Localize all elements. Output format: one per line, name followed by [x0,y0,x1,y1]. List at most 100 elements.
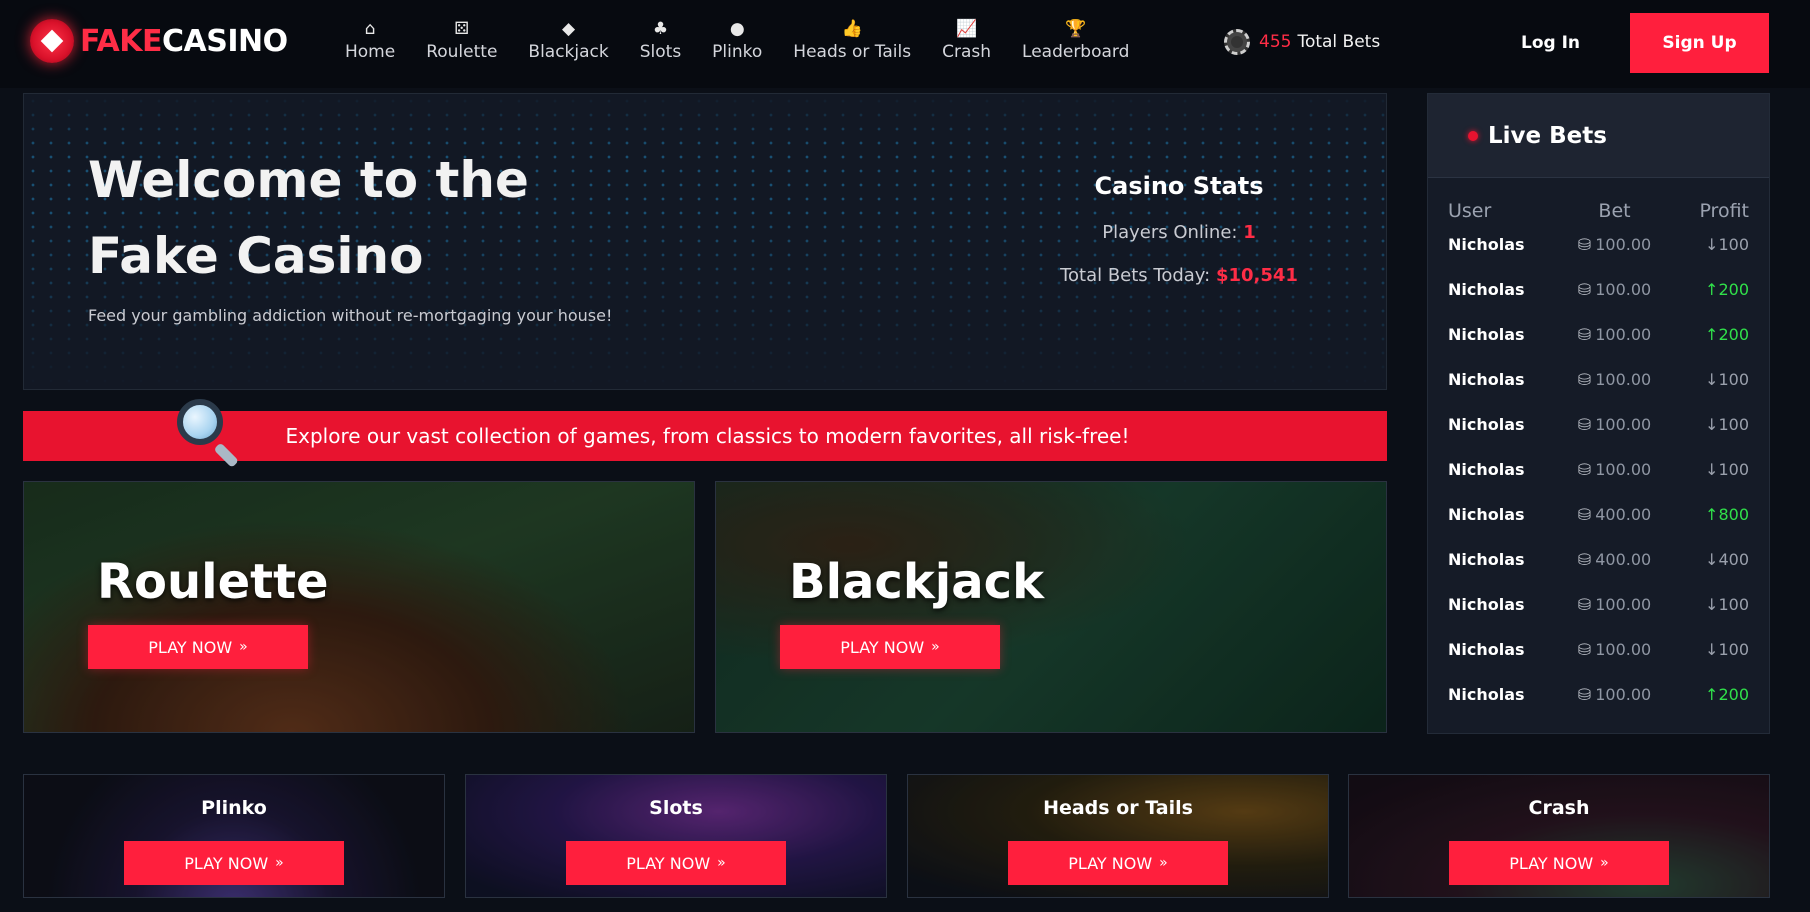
live-bets-header: Live Bets [1428,94,1769,178]
coins-icon: ⛁ [1577,640,1592,659]
trophy-icon: 🏆 [1065,19,1087,39]
game-card-slots[interactable]: Slots PLAY NOW» [465,774,887,898]
double-chevron-right-icon: » [239,639,248,655]
circle-icon: ● [729,19,745,39]
live-bets-panel: Live Bets User Bet Profit Nicholas ⛁ 100.0… [1427,93,1770,734]
live-bet-row: Nicholas ⛁ 100.00 ↑200 [1428,267,1769,312]
nav-plinko[interactable]: ● Plinko [712,18,762,62]
nav-roulette[interactable]: ⚄ Roulette [426,18,497,62]
game-card-heads-or-tails[interactable]: Heads or Tails PLAY NOW» [907,774,1329,898]
coins-icon: ⛁ [1577,460,1592,479]
coins-icon: ⛁ [1577,685,1592,704]
play-crash-button[interactable]: PLAY NOW» [1449,841,1669,885]
total-bets-today-value: $10,541 [1215,265,1298,286]
banner-text: Explore our vast collection of games, fr… [285,424,1130,448]
total-bets-label: Total Bets [1297,32,1381,52]
double-chevron-right-icon: » [1600,855,1609,871]
logo[interactable]: FAKECASINO [30,18,288,64]
card-title: Slots [649,797,703,819]
live-indicator-icon [1468,130,1478,141]
live-bet-row: Nicholas ⛁ 100.00 ↑200 [1428,312,1769,357]
total-bets-today: Total Bets Today: $10,541 [1060,265,1298,286]
column-user: User [1448,200,1492,222]
nav-blackjack[interactable]: ◆ Blackjack [528,18,608,62]
live-bet-row: Nicholas ⛁ 100.00 ↓100 [1428,357,1769,402]
thumbs-up-icon: 👍 [841,19,863,39]
bet-amount: ⛁ 100.00 [1577,370,1652,389]
play-slots-button[interactable]: PLAY NOW» [566,841,786,885]
bet-user: Nicholas [1448,280,1525,299]
bet-profit: ↑800 [1705,505,1749,524]
nav-leaderboard[interactable]: 🏆 Leaderboard [1022,18,1129,62]
logo-text: FAKECASINO [80,23,288,59]
logo-diamond-icon [30,19,74,63]
bet-amount: ⛁ 100.00 [1577,595,1652,614]
bet-profit: ↓100 [1705,370,1749,389]
bet-amount: ⛁ 100.00 [1577,235,1652,254]
arrow-down-icon: ↓ [1705,640,1719,659]
players-online-value: 1 [1243,222,1256,243]
double-chevron-right-icon: » [931,639,940,655]
card-title: Crash [1528,797,1590,819]
diamond-icon: ◆ [562,19,576,39]
dice-icon: ⚄ [454,19,470,39]
nav-slots[interactable]: ♣ Slots [640,18,681,62]
feature-card-blackjack[interactable]: Blackjack PLAY NOW» [715,481,1387,733]
bet-user: Nicholas [1448,325,1525,344]
bet-amount: ⛁ 100.00 [1577,325,1652,344]
club-icon: ♣ [652,19,669,39]
coins-icon: ⛁ [1577,325,1592,344]
arrow-up-icon: ↑ [1705,505,1719,524]
signup-button[interactable]: Sign Up [1630,13,1769,73]
coins-icon: ⛁ [1577,280,1592,299]
double-chevron-right-icon: » [717,855,726,871]
arrow-down-icon: ↓ [1705,550,1719,569]
card-title: Plinko [201,797,267,819]
main-nav: ⌂ Home ⚄ Roulette ◆ Blackjack ♣ Slots ● Plink… [345,18,1160,62]
bet-amount: ⛁ 100.00 [1577,685,1652,704]
bet-profit: ↓100 [1705,415,1749,434]
nav-home[interactable]: ⌂ Home [345,18,395,62]
bet-amount: ⛁ 100.00 [1577,640,1652,659]
nav-crash[interactable]: 📈 Crash [942,18,991,62]
feature-title: Blackjack [789,554,1045,610]
home-icon: ⌂ [364,19,376,39]
arrow-down-icon: ↓ [1705,235,1719,254]
live-bet-row: Nicholas ⛁ 400.00 ↓400 [1428,537,1769,582]
play-blackjack-button[interactable]: PLAY NOW» [780,625,1000,669]
bet-amount: ⛁ 100.00 [1577,460,1652,479]
live-bets-columns: User Bet Profit [1428,178,1769,222]
bet-user: Nicholas [1448,460,1525,479]
bet-user: Nicholas [1448,415,1525,434]
feature-card-roulette[interactable]: Roulette PLAY NOW» [23,481,695,733]
coins-icon: ⛁ [1577,415,1592,434]
login-button[interactable]: Log In [1521,33,1580,53]
bet-amount: ⛁ 400.00 [1577,505,1652,524]
play-plinko-button[interactable]: PLAY NOW» [124,841,344,885]
live-bet-row: Nicholas ⛁ 100.00 ↓100 [1428,582,1769,627]
column-profit: Profit [1699,200,1749,222]
play-heads-or-tails-button[interactable]: PLAY NOW» [1008,841,1228,885]
game-card-plinko[interactable]: Plinko PLAY NOW» [23,774,445,898]
game-card-crash[interactable]: Crash PLAY NOW» [1348,774,1770,898]
hero-panel: Welcome to the Fake Casino Feed your gam… [23,93,1387,390]
arrow-up-icon: ↑ [1705,325,1719,344]
bet-profit: ↑200 [1705,325,1749,344]
players-online: Players Online: 1 [1102,222,1256,243]
column-bet: Bet [1598,200,1631,222]
bet-user: Nicholas [1448,685,1525,704]
play-roulette-button[interactable]: PLAY NOW» [88,625,308,669]
coins-icon: ⛁ [1577,550,1592,569]
live-bet-row: Nicholas ⛁ 100.00 ↓100 [1428,627,1769,672]
casino-stats: Casino Stats Players Online: 1 Total Bet… [1024,172,1334,286]
total-bets-counter: 455 Total Bets [1224,29,1380,55]
double-chevron-right-icon: » [1159,855,1168,871]
arrow-up-icon: ↑ [1705,280,1719,299]
arrow-down-icon: ↓ [1705,415,1719,434]
bet-user: Nicholas [1448,550,1525,569]
bet-profit: ↓100 [1705,640,1749,659]
top-bar: FAKECASINO ⌂ Home ⚄ Roulette ◆ Blackjack ♣ S… [0,0,1810,88]
bet-profit: ↑200 [1705,685,1749,704]
nav-heads-or-tails[interactable]: 👍 Heads or Tails [793,18,911,62]
arrow-down-icon: ↓ [1705,370,1719,389]
